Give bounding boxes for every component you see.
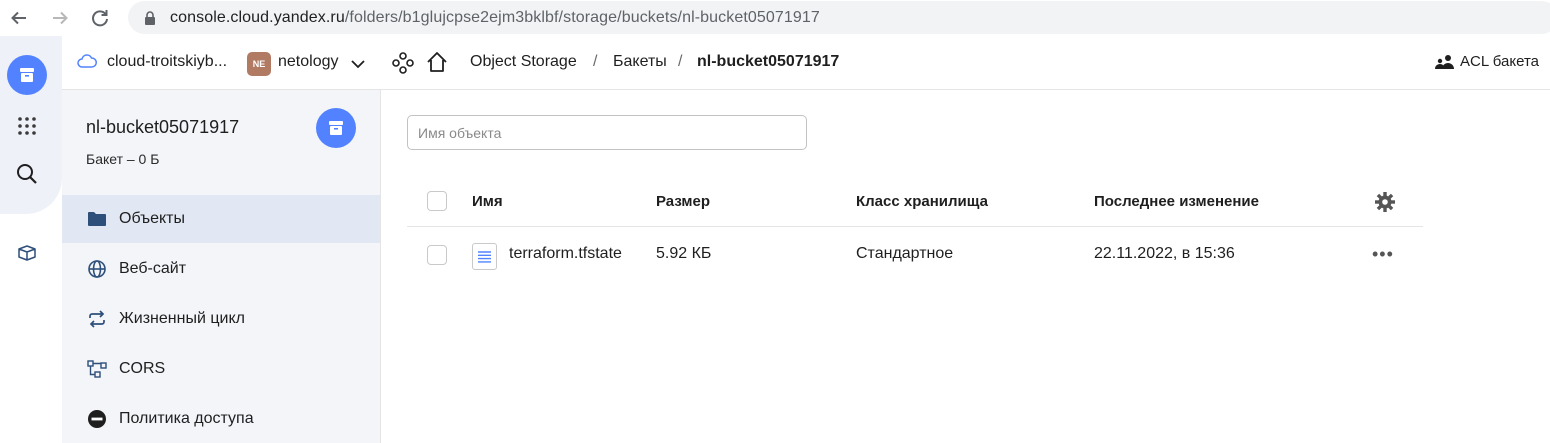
archive-icon (329, 121, 343, 135)
acl-label: ACL бакета (1460, 53, 1539, 70)
column-header-modified[interactable]: Последнее изменение (1094, 193, 1259, 210)
object-search-input[interactable] (418, 116, 798, 149)
back-arrow-icon[interactable] (7, 6, 31, 30)
breadcrumb-separator: / (678, 53, 683, 70)
sidebar-item-label: CORS (119, 360, 166, 377)
url-path: /folders/b1glujcpse2ejm3bklbf/storage/bu… (344, 9, 820, 26)
sidebar-item-label: Объекты (119, 210, 185, 227)
breadcrumb-separator: / (593, 53, 598, 70)
services-hub-icon[interactable] (392, 52, 414, 79)
object-search-box (407, 115, 807, 150)
browser-toolbar: console.cloud.yandex.ru/folders/b1glujcp… (0, 0, 1550, 36)
object-storage-class: Стандартное (856, 245, 954, 262)
table-row[interactable]: terraform.tfstate 5.92 КБ Стандартное 22… (407, 227, 1423, 284)
cors-icon (86, 359, 108, 379)
folder-icon (86, 209, 108, 229)
url-text[interactable]: console.cloud.yandex.ru/folders/b1glujcp… (170, 9, 820, 27)
archive-icon (20, 68, 34, 82)
box-icon[interactable] (17, 244, 37, 267)
column-header-name[interactable]: Имя (472, 193, 503, 210)
breadcrumb-object-storage[interactable]: Object Storage (470, 53, 577, 71)
policy-icon (86, 409, 108, 429)
column-header-size[interactable]: Размер (656, 193, 710, 210)
row-checkbox[interactable] (427, 245, 447, 265)
sidebar-item-label: Жизненный цикл (119, 310, 245, 327)
gear-icon[interactable] (1374, 191, 1396, 218)
forward-arrow-icon[interactable] (48, 6, 72, 30)
address-bar[interactable]: console.cloud.yandex.ru/folders/b1glujcp… (128, 1, 1550, 34)
lock-icon (144, 11, 156, 30)
bucket-info: Бакет – 0 Б (86, 151, 160, 167)
acl-button[interactable]: ACL бакета (1435, 53, 1539, 70)
home-icon[interactable] (426, 51, 448, 78)
cycle-icon (86, 309, 108, 329)
reload-icon[interactable] (88, 6, 112, 30)
column-header-storage-class[interactable]: Класс хранилища (856, 193, 988, 210)
object-size: 5.92 КБ (656, 245, 712, 262)
cloud-selector[interactable]: cloud-troitskiyb... (107, 53, 227, 71)
file-icon (472, 243, 497, 270)
object-name-link[interactable]: terraform.tfstate (509, 245, 622, 263)
bucket-sidebar: nl-bucket05071917 Бакет – 0 Б Объекты Ве… (62, 90, 381, 443)
sidebar-item-label: Веб-сайт (119, 260, 187, 277)
url-host: console.cloud.yandex.ru (170, 9, 345, 26)
users-icon (1435, 54, 1454, 69)
storage-service-button[interactable] (7, 55, 47, 95)
service-rail (0, 36, 62, 443)
console-header: cloud-troitskiyb... NE netology Object S… (62, 36, 1550, 90)
chevron-down-icon[interactable] (351, 56, 365, 74)
breadcrumb-buckets[interactable]: Бакеты (613, 53, 667, 71)
more-actions-button[interactable]: ••• (1372, 244, 1394, 265)
sidebar-item-access-policy[interactable]: Политика доступа (62, 395, 380, 443)
sidebar-item-lifecycle[interactable]: Жизненный цикл (62, 295, 380, 343)
bucket-title: nl-bucket05071917 (86, 117, 240, 137)
table-header: Имя Размер Класс хранилища Последнее изм… (407, 180, 1423, 227)
folder-avatar: NE (247, 52, 271, 76)
cloud-icon (77, 54, 97, 73)
search-icon[interactable] (16, 163, 38, 190)
select-all-checkbox[interactable] (427, 191, 447, 211)
sidebar-item-website[interactable]: Веб-сайт (62, 245, 380, 293)
apps-grid-icon[interactable] (17, 116, 37, 141)
sidebar-item-label: Политика доступа (119, 410, 254, 427)
folder-selector[interactable]: netology (278, 53, 339, 71)
sidebar-item-cors[interactable]: CORS (62, 345, 380, 393)
objects-panel: Имя Размер Класс хранилища Последнее изм… (382, 90, 1550, 443)
globe-icon (86, 259, 108, 279)
sidebar-item-objects[interactable]: Объекты (62, 195, 380, 243)
bucket-badge (316, 108, 356, 148)
object-modified: 22.11.2022, в 15:36 (1094, 245, 1235, 262)
breadcrumb-current-bucket: nl-bucket05071917 (697, 53, 840, 70)
